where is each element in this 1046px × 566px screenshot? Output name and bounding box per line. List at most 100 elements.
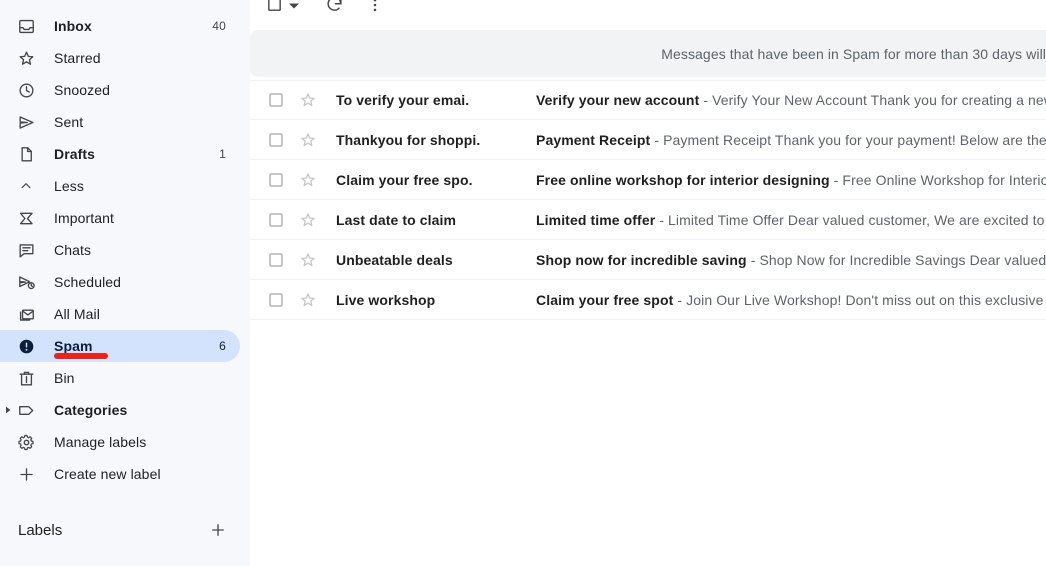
mail-snippet: Payment Receipt Thank you for your payme… xyxy=(663,131,1046,148)
sidebar-item-label: Drafts xyxy=(54,146,96,162)
scheduled-send-icon xyxy=(16,272,36,292)
mail-subject-snippet: Payment Receipt - Payment Receipt Thank … xyxy=(536,132,1046,148)
star-icon[interactable] xyxy=(299,171,317,189)
spam-retention-banner-text: Messages that have been in Spam for more… xyxy=(661,45,1046,62)
more-vertical-icon[interactable] xyxy=(366,0,384,19)
sidebar-item-bin[interactable]: Bin xyxy=(0,362,240,394)
add-label-plus-icon[interactable] xyxy=(208,520,228,540)
chevron-down-icon[interactable] xyxy=(289,0,299,16)
sidebar-item-inbox[interactable]: Inbox 40 xyxy=(0,10,240,42)
select-all-control[interactable] xyxy=(262,0,303,22)
mail-sender: Thankyou for shoppi. xyxy=(336,131,481,148)
star-icon[interactable] xyxy=(299,91,317,109)
sidebar-item-less[interactable]: Less xyxy=(0,170,240,202)
sidebar-item-label: Spam xyxy=(54,338,93,354)
all-mail-icon xyxy=(16,304,36,324)
row-checkbox[interactable] xyxy=(269,93,283,107)
sidebar-item-scheduled[interactable]: Scheduled xyxy=(0,266,240,298)
mail-row[interactable]: Last date to claim Limited time offer - L… xyxy=(250,200,1046,240)
mail-toolbar xyxy=(250,0,1046,22)
checkbox-icon[interactable] xyxy=(266,0,283,18)
document-icon xyxy=(16,144,36,164)
sidebar-item-label: Create new label xyxy=(54,466,161,482)
labels-header-label: Labels xyxy=(18,521,63,539)
mail-separator: - xyxy=(829,171,843,188)
mail-sender: Claim your free spo. xyxy=(336,171,473,188)
mail-sender: Live workshop xyxy=(336,291,436,308)
sidebar-item-spam[interactable]: Spam 6 xyxy=(0,330,240,362)
mail-snippet: Shop Now for Incredible Savings Dear val… xyxy=(759,251,1046,268)
important-icon xyxy=(16,208,36,228)
sidebar-item-label: Less xyxy=(54,178,84,194)
spam-retention-banner: Messages that have been in Spam for more… xyxy=(250,30,1046,77)
star-icon[interactable] xyxy=(299,291,317,309)
mail-separator: - xyxy=(673,291,687,308)
mail-sender: To verify your emai. xyxy=(336,92,470,108)
sidebar-item-label: Important xyxy=(54,210,115,226)
sidebar-item-label: Categories xyxy=(54,402,128,418)
sidebar-item-label: Manage labels xyxy=(54,434,147,450)
refresh-button[interactable] xyxy=(325,0,344,22)
inbox-icon xyxy=(16,16,36,36)
row-checkbox[interactable] xyxy=(269,212,283,227)
mail-separator: - xyxy=(746,251,760,268)
sidebar-item-all-mail[interactable]: All Mail xyxy=(0,298,240,330)
mail-sender: Unbeatable deals xyxy=(336,251,453,268)
clock-icon xyxy=(16,80,36,100)
more-options-button[interactable] xyxy=(366,0,384,22)
expand-caret-icon[interactable] xyxy=(4,406,12,414)
chevron-up-icon xyxy=(16,176,36,196)
sidebar-item-count: 1 xyxy=(219,147,226,161)
gmail-app: Inbox 40 Starred Snoozed Sent Drafts 1 Less Impo… xyxy=(0,0,1046,566)
sidebar-item-label: Starred xyxy=(54,50,101,66)
main-content: Messages that have been in Spam for more… xyxy=(250,0,1046,566)
gear-icon xyxy=(16,432,36,452)
sidebar-item-create-new-label[interactable]: Create new label xyxy=(0,458,240,490)
sidebar-item-drafts[interactable]: Drafts 1 xyxy=(0,138,240,170)
row-checkbox[interactable] xyxy=(269,132,283,147)
star-icon[interactable] xyxy=(299,251,317,269)
mail-subject: Payment Receipt xyxy=(536,131,651,148)
mail-separator: - xyxy=(655,211,669,228)
mail-subject: Verify your new account xyxy=(536,92,700,108)
star-icon[interactable] xyxy=(299,131,317,149)
mail-row[interactable]: To verify your emai. Verify your new acco… xyxy=(250,80,1046,120)
sidebar-item-starred[interactable]: Starred xyxy=(0,42,240,74)
sidebar-item-count: 40 xyxy=(212,19,226,33)
sidebar-item-manage-labels[interactable]: Manage labels xyxy=(0,426,240,458)
sidebar-item-snoozed[interactable]: Snoozed xyxy=(0,74,240,106)
mail-subject: Limited time offer xyxy=(536,211,656,228)
mail-row[interactable]: Claim your free spo. Free online workshop… xyxy=(250,160,1046,200)
mail-separator: - xyxy=(650,131,664,148)
mail-separator: - xyxy=(699,92,713,108)
refresh-icon[interactable] xyxy=(325,0,344,19)
sidebar-item-label: Chats xyxy=(54,242,92,258)
sidebar-item-important[interactable]: Important xyxy=(0,202,240,234)
row-checkbox[interactable] xyxy=(269,172,283,187)
sidebar-nav: Inbox 40 Starred Snoozed Sent Drafts 1 Less Impo… xyxy=(0,10,250,490)
mail-subject: Shop now for incredible saving xyxy=(536,251,747,268)
mail-snippet: Limited Time Offer Dear valued customer,… xyxy=(668,211,1046,228)
sidebar-item-chats[interactable]: Chats xyxy=(0,234,240,266)
row-checkbox[interactable] xyxy=(269,292,283,307)
sidebar-item-label: Bin xyxy=(54,370,75,386)
sidebar-item-label: Scheduled xyxy=(54,274,122,290)
mail-row[interactable]: Live workshop Claim your free spot - Join… xyxy=(250,280,1046,320)
mail-row[interactable]: Thankyou for shoppi. Payment Receipt - Pa… xyxy=(250,120,1046,160)
mail-subject: Claim your free spot xyxy=(536,291,674,308)
mail-subject-snippet: Limited time offer - Limited Time Offer … xyxy=(536,212,1046,228)
sidebar-item-label: All Mail xyxy=(54,306,100,322)
spam-alert-icon xyxy=(16,336,36,356)
mail-list: To verify your emai. Verify your new acco… xyxy=(250,80,1046,320)
row-checkbox[interactable] xyxy=(269,252,283,267)
mail-subject-snippet: Free online workshop for interior design… xyxy=(536,172,1046,188)
mail-subject-snippet: Shop now for incredible saving - Shop No… xyxy=(536,252,1046,268)
trash-icon xyxy=(16,368,36,388)
mail-row[interactable]: Unbeatable deals Shop now for incredible … xyxy=(250,240,1046,280)
plus-icon xyxy=(16,464,36,484)
mail-subject-snippet: Verify your new account - Verify Your Ne… xyxy=(536,92,1046,108)
mail-subject-snippet: Claim your free spot - Join Our Live Wor… xyxy=(536,292,1046,308)
sidebar-item-categories[interactable]: Categories xyxy=(0,394,240,426)
star-icon[interactable] xyxy=(299,211,317,229)
sidebar-item-sent[interactable]: Sent xyxy=(0,106,240,138)
